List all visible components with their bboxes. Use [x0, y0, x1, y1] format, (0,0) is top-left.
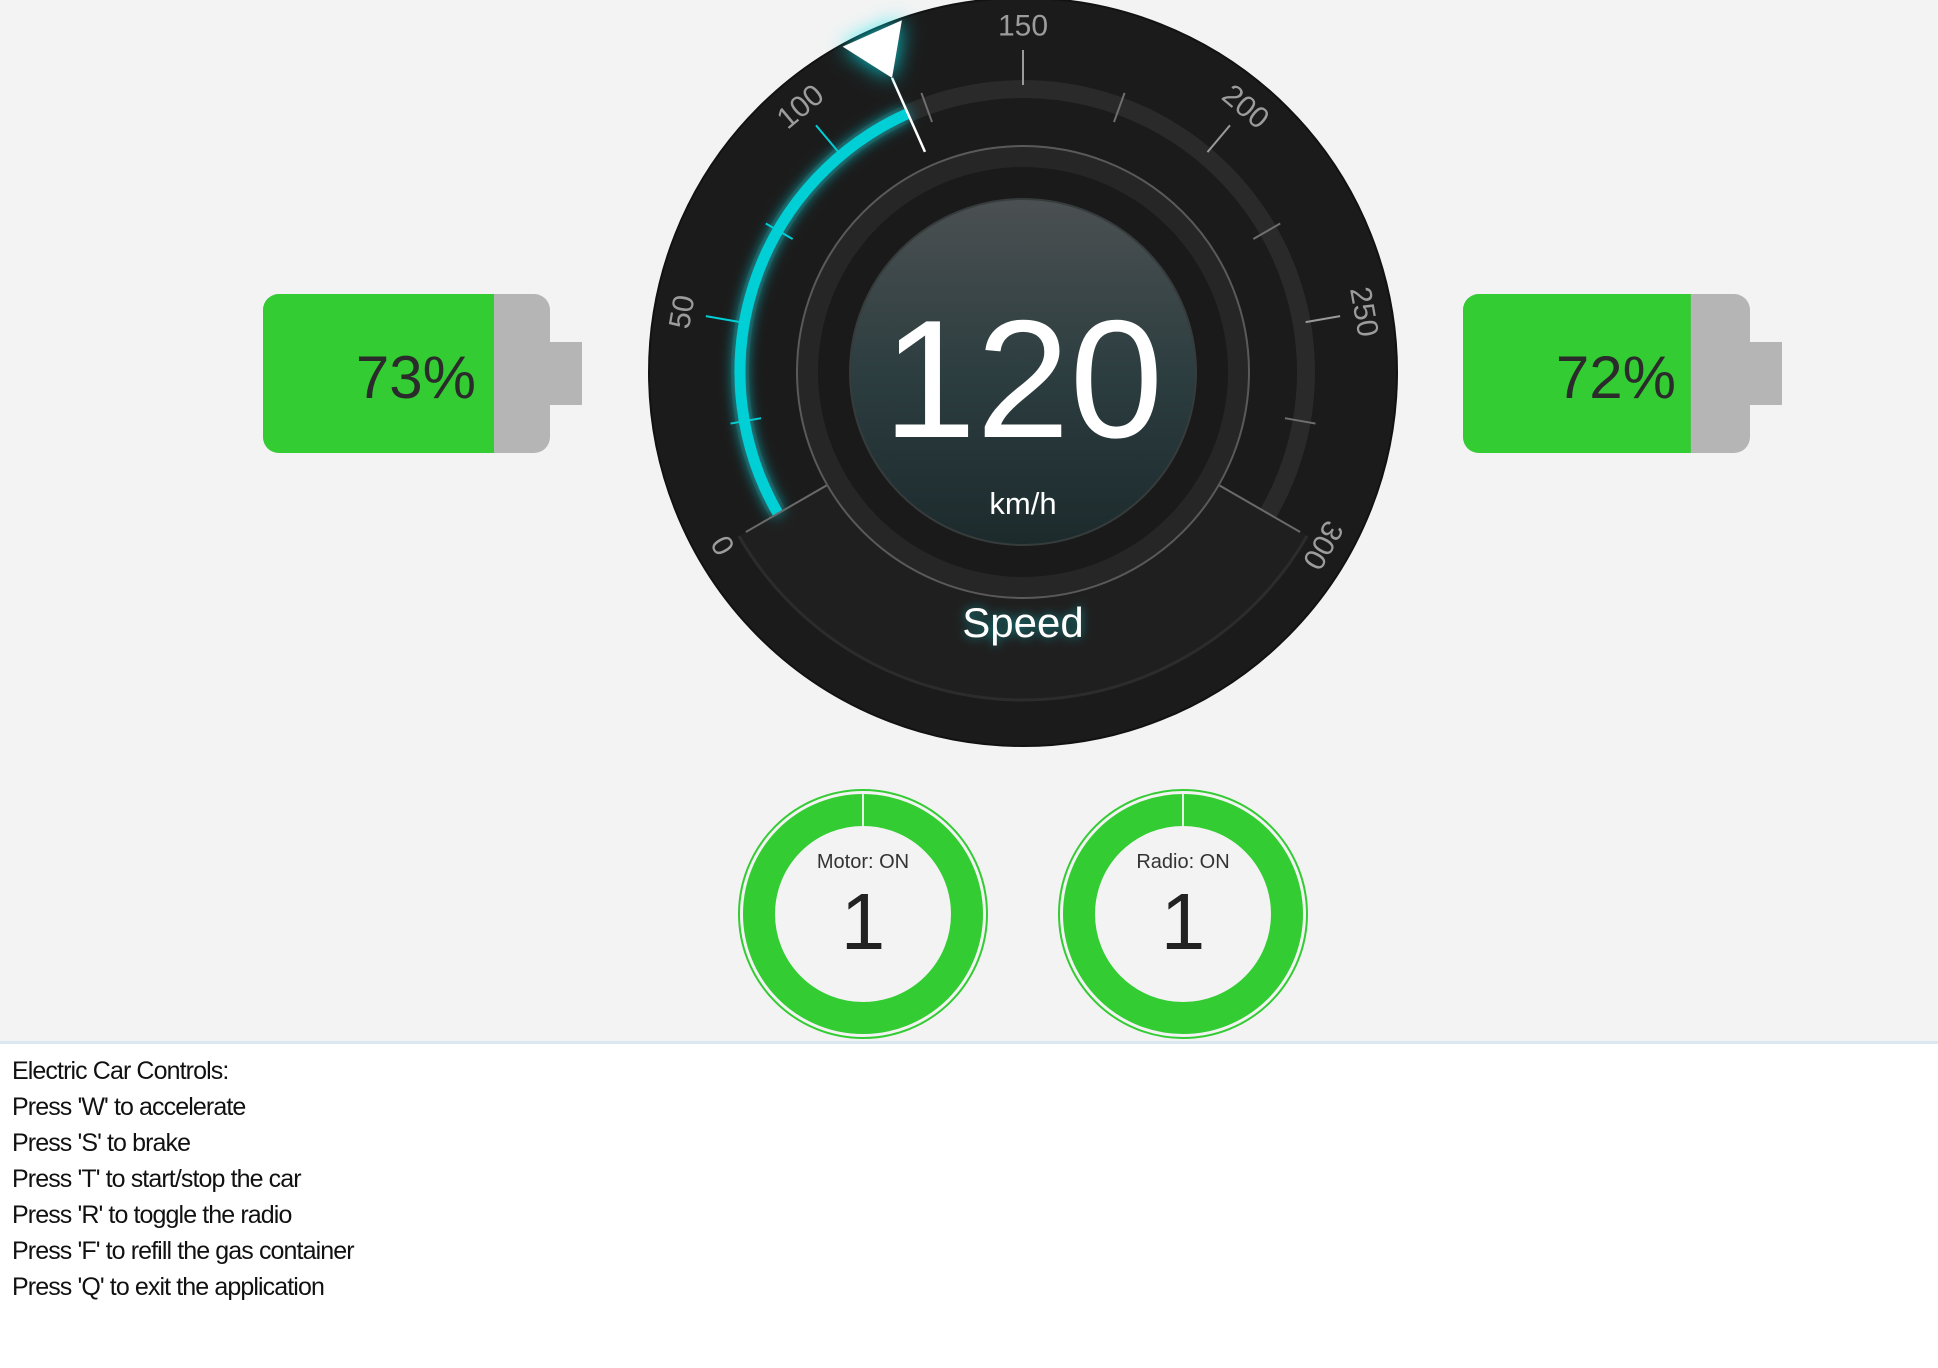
speed-value: 120: [883, 285, 1163, 473]
control-hint-accelerate: Press 'W' to accelerate: [12, 1093, 246, 1121]
control-hint-exit: Press 'Q' to exit the application: [12, 1273, 325, 1301]
speed-title: Speed: [962, 599, 1083, 646]
battery-left-terminal: [550, 342, 582, 405]
controls-heading: Electric Car Controls:: [12, 1057, 229, 1085]
control-hint-radio: Press 'R' to toggle the radio: [12, 1201, 292, 1229]
controls-help: Electric Car Controls: Press 'W' to acce…: [12, 1053, 912, 1305]
dashboard-canvas: 050100150200250300 120 km/h Speed 73% 72…: [263, 0, 1782, 1039]
speedometer-gauge: 050100150200250300 120 km/h Speed: [648, 0, 1398, 747]
speed-scale-label: 150: [998, 10, 1048, 43]
radio-indicator-title: Radio: ON: [1136, 851, 1229, 873]
speed-scale-label: 50: [663, 293, 701, 332]
motor-indicator-title: Motor: ON: [817, 851, 909, 873]
speed-unit: km/h: [989, 486, 1056, 521]
section-divider: [0, 1041, 1938, 1044]
dashboard-panel: 0 50 100 150 200 250 300 120 km/h Speed 73% 72…: [0, 0, 1938, 1041]
control-hint-refill: Press 'F' to refill the gas container: [12, 1237, 355, 1265]
battery-right-terminal: [1750, 342, 1782, 405]
control-hint-start-stop: Press 'T' to start/stop the car: [12, 1165, 302, 1193]
battery-left: 73%: [263, 294, 582, 453]
motor-indicator-value: 1: [841, 877, 886, 966]
battery-right-percent: 72%: [1556, 344, 1676, 411]
battery-left-percent: 73%: [356, 344, 476, 411]
control-hint-brake: Press 'S' to brake: [12, 1129, 191, 1157]
battery-right: 72%: [1463, 294, 1782, 453]
motor-indicator: Motor: ON 1: [738, 789, 988, 1039]
radio-indicator-value: 1: [1161, 877, 1206, 966]
radio-indicator: Radio: ON 1: [1058, 789, 1308, 1039]
